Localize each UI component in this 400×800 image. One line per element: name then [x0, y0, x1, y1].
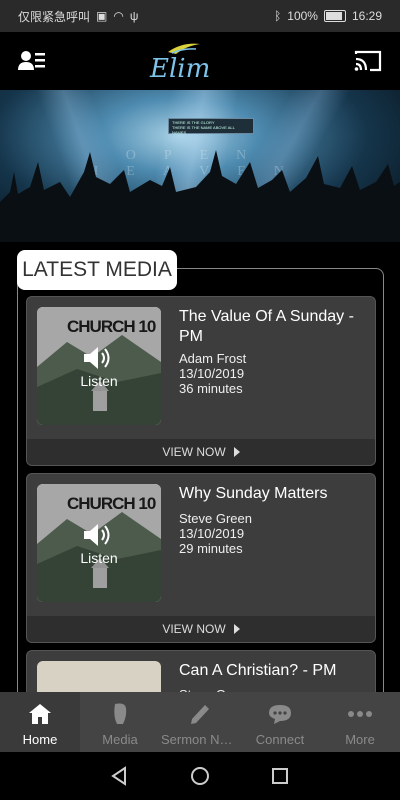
- more-dots-icon: [348, 711, 372, 717]
- media-title: Can A Christian? - PM: [179, 662, 337, 679]
- tab-sermon-notes[interactable]: Sermon Not…: [160, 692, 240, 752]
- home-icon: [29, 704, 51, 724]
- crowd-silhouette: [0, 150, 400, 242]
- media-card[interactable]: CHURCH 10 Listen Why Sunday Matters Stev…: [26, 473, 376, 643]
- back-icon[interactable]: [110, 766, 130, 786]
- media-date: 13/10/2019: [179, 526, 245, 541]
- logo-text: Elim: [150, 54, 211, 84]
- recents-icon[interactable]: [270, 766, 290, 786]
- tab-label: Home: [22, 732, 58, 747]
- view-now-button[interactable]: VIEW NOW: [27, 439, 375, 465]
- view-now-button[interactable]: VIEW NOW: [27, 616, 375, 642]
- system-nav-bar: [0, 752, 400, 800]
- pencil-icon: [191, 705, 209, 724]
- battery-percent: 100%: [287, 9, 318, 23]
- tab-label: Media: [102, 732, 138, 747]
- view-now-label: VIEW NOW: [162, 445, 226, 459]
- cast-icon[interactable]: [354, 50, 382, 72]
- media-thumbnail[interactable]: CHURCH 10 Listen: [37, 307, 161, 425]
- wifi-icon: ◠: [113, 9, 124, 23]
- chat-bubble-icon: [269, 705, 291, 724]
- app-header: Elim: [0, 32, 400, 90]
- media-icon: [114, 703, 127, 724]
- media-thumbnail[interactable]: CHURCH 10 Listen: [37, 484, 161, 602]
- home-nav-icon[interactable]: [190, 766, 210, 786]
- stage-screen: THERE IS THE GLORY THERE IS THE NAME ABO…: [168, 118, 254, 135]
- tab-more[interactable]: More: [320, 692, 400, 752]
- media-duration: 36 minutes: [179, 381, 243, 396]
- media-title: Why Sunday Matters: [179, 485, 328, 502]
- status-bar: 仅限紧急呼叫 ▣ ◠ ψ ᛒ 100% 16:29: [0, 0, 400, 32]
- media-speaker: Steve Green: [179, 511, 252, 526]
- carrier-text: 仅限紧急呼叫: [18, 9, 91, 24]
- latest-media-label: LATEST MEDIA: [17, 250, 177, 290]
- media-card[interactable]: CHURCH 10 Listen The Value Of A Sunday -…: [26, 296, 376, 466]
- sim-icon: ▣: [96, 9, 108, 23]
- listen-label: Listen: [80, 373, 118, 389]
- view-now-label: VIEW NOW: [162, 622, 226, 636]
- usb-icon: ψ: [129, 9, 139, 23]
- speaker-icon: [84, 524, 110, 546]
- tab-label: More: [345, 732, 375, 747]
- hero-banner: THERE IS THE GLORY THERE IS THE NAME ABO…: [0, 90, 400, 242]
- battery-icon: [323, 10, 346, 22]
- clock: 16:29: [351, 9, 382, 23]
- tab-label: Sermon Not…: [161, 732, 239, 747]
- tab-home[interactable]: Home: [0, 692, 80, 752]
- tab-label: Connect: [255, 732, 305, 747]
- tab-connect[interactable]: Connect: [240, 692, 320, 752]
- bottom-tab-bar: Home Media Sermon Not… Connect More: [0, 692, 400, 752]
- media-title: The Value Of A Sunday - PM: [179, 308, 354, 345]
- play-arrow-icon: [233, 624, 240, 634]
- tab-media[interactable]: Media: [80, 692, 160, 752]
- listen-label: Listen: [80, 550, 118, 566]
- bluetooth-icon: ᛒ: [274, 9, 282, 23]
- speaker-icon: [84, 347, 110, 369]
- profile-menu-icon[interactable]: [18, 50, 46, 72]
- play-arrow-icon: [233, 447, 240, 457]
- media-date: 13/10/2019: [179, 366, 245, 381]
- media-speaker: Adam Frost: [179, 351, 247, 366]
- media-duration: 29 minutes: [179, 541, 243, 556]
